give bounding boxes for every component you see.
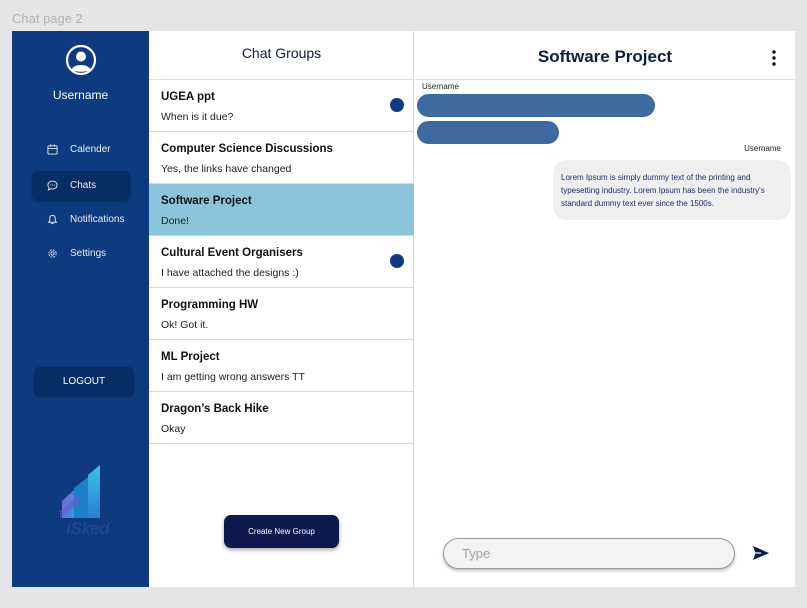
chat-title: Software Project xyxy=(537,47,673,66)
unread-indicator xyxy=(390,254,404,268)
calendar-icon xyxy=(46,143,58,155)
chat-bubble-icon xyxy=(46,179,58,191)
incoming-message-bubble xyxy=(417,121,559,144)
chat-groups-panel: Chat Groups UGEA ppt When is it due? Com… xyxy=(149,31,414,587)
bell-icon xyxy=(46,213,58,225)
sidebar-item-label: Chats xyxy=(70,179,97,191)
create-new-group-button[interactable]: Create New Group xyxy=(224,515,339,548)
frame-label: Chat page 2 xyxy=(12,11,83,26)
message-input[interactable] xyxy=(443,538,735,569)
group-last-message: Yes, the links have changed xyxy=(161,163,292,175)
outgoing-message-bubble: Lorem Ipsum is simply dummy text of the … xyxy=(553,160,791,220)
sidebar-item-label: Settings xyxy=(70,247,107,259)
chat-group-ml-project[interactable]: ML Project I am getting wrong answers TT xyxy=(149,340,414,392)
isked-logo-icon xyxy=(60,465,100,518)
sidebar-item-chats[interactable]: Chats xyxy=(32,171,130,199)
chat-page: Username Calender Chats Notifications Se… xyxy=(12,31,795,587)
unread-indicator xyxy=(390,98,404,112)
chat-group-computer-science[interactable]: Computer Science Discussions Yes, the li… xyxy=(149,132,414,184)
sidebar-item-settings[interactable]: Settings xyxy=(32,239,130,267)
divider xyxy=(415,79,795,80)
incoming-message-bubble xyxy=(417,94,655,117)
logo-text: iSked xyxy=(66,519,110,538)
logout-button[interactable]: LOGOUT xyxy=(34,367,134,395)
group-name: Cultural Event Organisers xyxy=(161,247,303,259)
group-name: Programming HW xyxy=(161,299,259,311)
group-last-message: When is it due? xyxy=(161,111,234,123)
group-name: Software Project xyxy=(161,195,252,207)
sidebar: Username Calender Chats Notifications Se… xyxy=(12,31,149,587)
group-last-message: Done! xyxy=(161,215,190,227)
group-last-message: Ok! Got it. xyxy=(161,319,209,331)
gear-icon xyxy=(46,247,58,259)
chat-groups-title: Chat Groups xyxy=(241,45,322,61)
sidebar-item-calender[interactable]: Calender xyxy=(32,135,130,163)
chat-conversation-panel: Software Project Username Username Lorem… xyxy=(415,31,795,587)
group-last-message: I am getting wrong answers TT xyxy=(161,371,305,383)
chat-group-ugea-ppt[interactable]: UGEA ppt When is it due? xyxy=(149,80,414,132)
chat-group-cultural-event[interactable]: Cultural Event Organisers I have attache… xyxy=(149,236,414,288)
group-name: UGEA ppt xyxy=(161,91,215,103)
chat-group-dragons-back-hike[interactable]: Dragon’s Back Hike Okay xyxy=(149,392,414,444)
group-last-message: Okay xyxy=(161,423,186,435)
more-options-icon[interactable] xyxy=(771,49,777,67)
sidebar-item-label: Notifications xyxy=(70,213,125,225)
incoming-sender-name: Username xyxy=(422,82,459,91)
sidebar-item-notifications[interactable]: Notifications xyxy=(32,205,130,233)
group-name: ML Project xyxy=(161,351,220,363)
group-last-message: I have attached the designs :) xyxy=(161,267,299,279)
send-icon[interactable] xyxy=(752,544,770,562)
group-name: Computer Science Discussions xyxy=(161,143,333,155)
sidebar-username: Username xyxy=(52,88,109,102)
outgoing-sender-name: Username xyxy=(744,144,781,153)
user-avatar-icon[interactable] xyxy=(65,44,97,76)
group-name: Dragon’s Back Hike xyxy=(161,403,269,415)
sidebar-item-label: Calender xyxy=(70,143,111,155)
chat-group-software-project[interactable]: Software Project Done! xyxy=(149,184,414,236)
chat-group-programming-hw[interactable]: Programming HW Ok! Got it. xyxy=(149,288,414,340)
